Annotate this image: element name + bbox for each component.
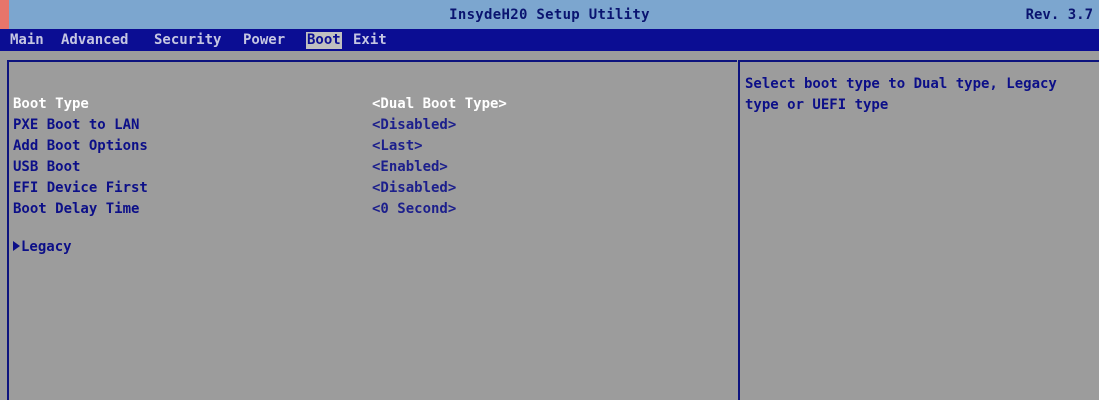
menu-bar: Main Advanced Security Power Boot Exit [0,29,1099,51]
submenu-legacy[interactable]: Legacy [13,237,72,257]
setting-value[interactable]: <Last> [372,136,423,156]
help-text: Select boot type to Dual type, Legacy ty… [745,76,1057,113]
menu-tab-boot[interactable]: Boot [306,32,342,49]
title-bar: InsydeH20 Setup Utility Rev. 3.7 [0,0,1099,29]
setting-row-add-boot-options[interactable]: Add Boot Options <Last> [13,136,733,156]
menu-tab-exit[interactable]: Exit [352,32,388,49]
setting-label: Boot Delay Time [13,201,140,217]
setting-row-boot-delay-time[interactable]: Boot Delay Time <0 Second> [13,199,733,219]
menu-tab-security[interactable]: Security [153,32,222,49]
setting-value[interactable]: <Enabled> [372,157,448,177]
setting-row-efi-device-first[interactable]: EFI Device First <Disabled> [13,178,733,198]
setting-value[interactable]: <Disabled> [372,178,456,198]
setting-value[interactable]: <Dual Boot Type> [372,94,507,114]
setting-row-usb-boot[interactable]: USB Boot <Enabled> [13,157,733,177]
settings-panel: Boot Type <Dual Boot Type> PXE Boot to L… [7,60,737,400]
setting-label: Add Boot Options [13,138,148,154]
setting-row-pxe-boot[interactable]: PXE Boot to LAN <Disabled> [13,115,733,135]
menu-tab-advanced[interactable]: Advanced [60,32,129,49]
help-panel: Select boot type to Dual type, Legacy ty… [738,60,1099,400]
menu-tab-main[interactable]: Main [9,32,45,49]
submenu-label: Legacy [21,239,72,255]
setting-label: Boot Type [13,96,89,112]
setting-label: EFI Device First [13,180,148,196]
setting-value[interactable]: <Disabled> [372,115,456,135]
setting-label: USB Boot [13,159,81,175]
submenu-arrow-icon [13,241,20,251]
window-title: InsydeH20 Setup Utility [449,7,650,23]
setting-row-boot-type[interactable]: Boot Type <Dual Boot Type> [13,94,733,114]
revision-label: Rev. 3.7 [1025,7,1093,23]
setting-label: PXE Boot to LAN [13,117,140,133]
menu-tab-power[interactable]: Power [242,32,286,49]
setting-value[interactable]: <0 Second> [372,199,456,219]
